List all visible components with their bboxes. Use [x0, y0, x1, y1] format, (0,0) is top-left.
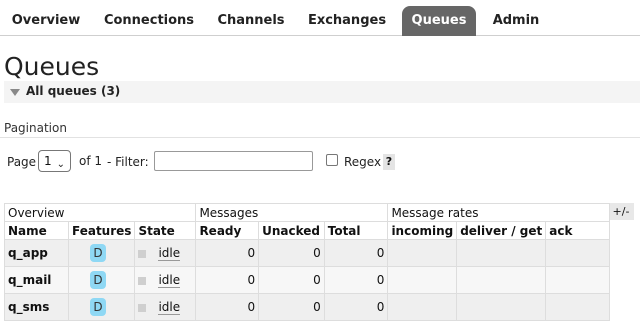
state-text: idle [158, 300, 181, 315]
state-indicator-icon [138, 276, 147, 285]
features-cell: D [67, 239, 136, 267]
help-button[interactable]: ? [383, 154, 395, 170]
state-indicator-icon [138, 249, 147, 258]
regex-checkbox[interactable] [326, 154, 338, 166]
page-title: Queues [4, 52, 100, 81]
col-deliver-get[interactable]: deliver / get [456, 221, 547, 240]
state-indicator-icon [138, 303, 147, 312]
queues-table: Overview Messages Message rates Name Fea… [3, 203, 611, 321]
total-cell: 0 [323, 293, 389, 321]
queue-name-link[interactable]: q_app [4, 239, 69, 267]
durable-badge: D [90, 271, 106, 289]
tab-connections[interactable]: Connections [100, 6, 198, 36]
state-text: idle [158, 273, 181, 288]
page-select-value: 1 [44, 154, 52, 168]
durable-badge: D [90, 244, 106, 262]
total-cell: 0 [323, 239, 389, 267]
state-cell: idle [134, 266, 197, 294]
table-row: q_app D idle 0 0 0 [4, 239, 611, 267]
ready-cell: 0 [195, 293, 260, 321]
deliver-get-cell [456, 239, 547, 267]
unacked-cell: 0 [258, 293, 325, 321]
col-features[interactable]: Features [67, 221, 136, 240]
column-toggle-button[interactable]: +/- [608, 203, 634, 220]
tab-queues[interactable]: Queues [402, 6, 476, 36]
page-label: Page [7, 155, 37, 169]
tab-admin[interactable]: Admin [486, 6, 546, 36]
group-messages: Messages [195, 203, 389, 222]
group-overview: Overview [3, 203, 197, 222]
deliver-get-cell [456, 293, 547, 321]
filter-input[interactable] [154, 151, 313, 171]
col-unacked[interactable]: Unacked [258, 221, 325, 240]
table-row: q_sms D idle 0 0 0 [4, 293, 611, 321]
durable-badge: D [90, 298, 106, 316]
all-queues-section-toggle[interactable]: All queues (3) [4, 81, 640, 103]
incoming-cell [387, 293, 458, 321]
group-message-rates: Message rates [387, 203, 611, 222]
incoming-cell [387, 239, 458, 267]
state-text: idle [158, 246, 181, 261]
col-incoming[interactable]: incoming [387, 221, 458, 240]
tab-channels[interactable]: Channels [212, 6, 290, 36]
page-count: of 1 [79, 154, 103, 168]
ack-cell [545, 293, 611, 321]
table-row: q_mail D idle 0 0 0 [4, 266, 611, 294]
tab-exchanges[interactable]: Exchanges [304, 6, 390, 36]
ack-cell [545, 239, 611, 267]
incoming-cell [387, 266, 458, 294]
queue-name-link[interactable]: q_sms [4, 293, 69, 321]
col-ack[interactable]: ack [545, 221, 611, 240]
pagination-heading: Pagination [4, 121, 67, 135]
ready-cell: 0 [195, 266, 260, 294]
state-cell: idle [134, 293, 197, 321]
pagination-divider [0, 137, 640, 138]
top-nav: Overview Connections Channels Exchanges … [0, 0, 640, 36]
features-cell: D [67, 293, 136, 321]
features-cell: D [67, 266, 136, 294]
state-cell: idle [134, 239, 197, 267]
unacked-cell: 0 [258, 239, 325, 267]
col-ready[interactable]: Ready [195, 221, 260, 240]
deliver-get-cell [456, 266, 547, 294]
unacked-cell: 0 [258, 266, 325, 294]
col-total[interactable]: Total [323, 221, 389, 240]
page-select[interactable]: 1 ⌄ [38, 150, 71, 172]
section-label: All queues (3) [26, 84, 121, 98]
queue-name-link[interactable]: q_mail [4, 266, 69, 294]
tab-overview[interactable]: Overview [6, 6, 86, 36]
col-state[interactable]: State [134, 221, 197, 240]
ack-cell [545, 266, 611, 294]
ready-cell: 0 [195, 239, 260, 267]
regex-label: Regex [344, 155, 382, 169]
collapse-triangle-icon [10, 89, 20, 96]
chevron-down-icon: ⌄ [56, 159, 65, 170]
total-cell: 0 [323, 266, 389, 294]
filter-label: - Filter: [107, 155, 149, 169]
col-name[interactable]: Name [4, 221, 69, 240]
